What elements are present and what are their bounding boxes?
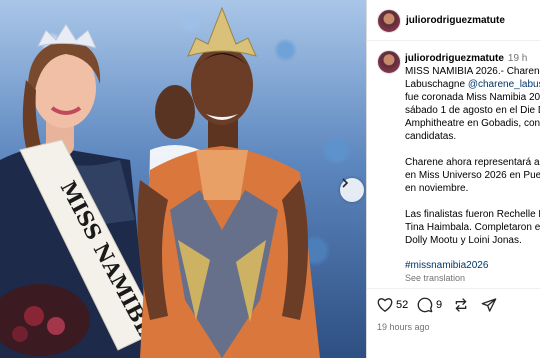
repost-button[interactable] bbox=[453, 297, 469, 313]
winner-face bbox=[191, 45, 253, 125]
comment-button[interactable]: 9 bbox=[417, 297, 442, 313]
post-details-panel: juliorodriguezmatute juliorodriguezmatut… bbox=[366, 0, 540, 358]
likes-count: 52 bbox=[396, 298, 409, 311]
caption: juliorodriguezmatute 19 h MISS NAMIBIA 20… bbox=[405, 52, 540, 285]
caption-line: en Miss Universo 2026 en Puert bbox=[405, 170, 540, 181]
share-button[interactable] bbox=[481, 297, 497, 313]
winner-crown bbox=[187, 6, 257, 57]
caption-line: candidatas. bbox=[405, 131, 457, 142]
like-button[interactable]: 52 bbox=[377, 297, 408, 312]
post-header: juliorodriguezmatute bbox=[367, 0, 540, 41]
photo-illustration: MISS NAMIBIA bbox=[0, 6, 320, 358]
heart-icon bbox=[377, 298, 393, 312]
post-time[interactable]: 19 h bbox=[508, 53, 527, 64]
caption-paragraph-1: juliorodriguezmatute 19 h MISS NAMIBIA 20… bbox=[405, 52, 540, 143]
hashtag-link[interactable]: #missnamibia2026 bbox=[405, 259, 540, 272]
caption-line: Las finalistas fueron Rechelle Ha bbox=[405, 209, 540, 220]
caption-avatar[interactable] bbox=[377, 50, 401, 74]
chevron-right-icon bbox=[342, 178, 349, 188]
caption-paragraph-3: Las finalistas fueron Rechelle Ha Tina H… bbox=[405, 208, 540, 247]
share-icon bbox=[481, 298, 497, 312]
repost-icon bbox=[455, 298, 467, 312]
next-photo-button[interactable] bbox=[340, 178, 364, 202]
header-username[interactable]: juliorodriguezmatute bbox=[406, 15, 505, 26]
caption-line: Charene ahora representará a N bbox=[405, 157, 540, 168]
post-photo[interactable]: MISS NAMIBIA bbox=[0, 0, 366, 358]
caption-line: en noviembre. bbox=[405, 183, 469, 194]
caption-line: Dolly Mootu y Loini Jonas. bbox=[405, 235, 522, 246]
caption-line: Tina Haimbala. Completaron el bbox=[405, 222, 540, 233]
see-translation-link[interactable]: See translation bbox=[405, 272, 540, 285]
caption-line: fue coronada Miss Namibia 202 bbox=[405, 92, 540, 103]
caption-line: sábado 1 de agosto en el Die D bbox=[405, 105, 540, 116]
mention-link[interactable]: @charene_labusc bbox=[468, 79, 540, 90]
comment-icon bbox=[417, 297, 433, 313]
background-person bbox=[155, 85, 195, 139]
caption-line: Amphitheatre en Gobadis, con bbox=[405, 118, 540, 129]
avatar[interactable] bbox=[377, 9, 401, 33]
post-timestamp[interactable]: 19 hours ago bbox=[377, 322, 430, 332]
comments-count: 9 bbox=[436, 299, 443, 311]
caption-line: MISS NAMIBIA 2026.- Charene bbox=[405, 66, 540, 77]
caption-line: Labuschagne bbox=[405, 79, 468, 90]
caption-paragraph-2: Charene ahora representará a N en Miss U… bbox=[405, 156, 540, 195]
action-bar: 52 9 bbox=[367, 288, 540, 317]
caption-username[interactable]: juliorodriguezmatute bbox=[405, 53, 504, 64]
